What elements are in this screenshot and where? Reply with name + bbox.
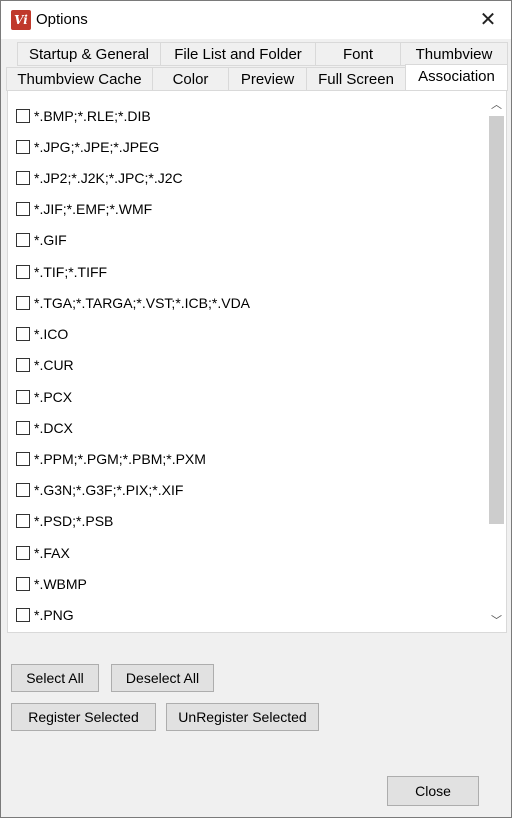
list-item[interactable]: *.PPM;*.PGM;*.PBM;*.PXM [16, 449, 206, 469]
checkbox[interactable] [16, 296, 30, 310]
vertical-scrollbar[interactable]: ︿ ﹀ [488, 94, 505, 630]
select-all-button[interactable]: Select All [11, 664, 99, 692]
list-item[interactable]: *.JIF;*.EMF;*.WMF [16, 199, 152, 219]
close-icon[interactable]: ✕ [465, 1, 511, 39]
list-item[interactable]: *.PNG [16, 605, 74, 625]
checkbox[interactable] [16, 608, 30, 622]
app-logo-icon: Vi [11, 10, 31, 30]
chevron-up-icon[interactable]: ︿ [488, 96, 505, 114]
checkbox[interactable] [16, 202, 30, 216]
association-panel: *.BMP;*.RLE;*.DIB *.JPG;*.JPE;*.JPEG *.J… [7, 90, 507, 633]
checkbox[interactable] [16, 514, 30, 528]
file-type-label: *.JIF;*.EMF;*.WMF [34, 201, 153, 217]
file-type-label: *.FAX [34, 545, 70, 561]
checkbox[interactable] [16, 452, 30, 466]
file-type-label: *.PSD;*.PSB [34, 513, 114, 529]
register-selected-button[interactable]: Register Selected [11, 703, 156, 731]
list-item[interactable]: *.PCX [16, 387, 72, 407]
checkbox[interactable] [16, 265, 30, 279]
checkbox[interactable] [16, 421, 30, 435]
list-item[interactable]: *.JPG;*.JPE;*.JPEG [16, 137, 159, 157]
list-item[interactable]: *.CUR [16, 355, 74, 375]
file-type-label: *.JP2;*.J2K;*.JPC;*.J2C [34, 170, 183, 186]
checkbox[interactable] [16, 327, 30, 341]
checkbox[interactable] [16, 483, 30, 497]
file-type-label: *.PNG [34, 607, 74, 623]
file-type-label: *.TIF;*.TIFF [34, 264, 108, 280]
unregister-selected-button[interactable]: UnRegister Selected [166, 703, 319, 731]
file-type-label: *.TGA;*.TARGA;*.VST;*.ICB;*.VDA [34, 295, 251, 311]
checkbox[interactable] [16, 390, 30, 404]
list-item[interactable]: *.G3N;*.G3F;*.PIX;*.XIF [16, 480, 183, 500]
list-item[interactable]: *.BMP;*.RLE;*.DIB [16, 106, 151, 126]
checkbox[interactable] [16, 140, 30, 154]
window-title: Options [36, 11, 88, 28]
file-type-label: *.PPM;*.PGM;*.PBM;*.PXM [34, 451, 206, 467]
close-button[interactable]: Close [387, 776, 479, 806]
checkbox[interactable] [16, 577, 30, 591]
list-item[interactable]: *.TIF;*.TIFF [16, 262, 107, 282]
checkbox[interactable] [16, 546, 30, 560]
tab-startup-general[interactable]: Startup & General [17, 42, 161, 66]
scrollbar-thumb[interactable] [489, 116, 504, 524]
file-type-label: *.PCX [34, 389, 73, 405]
file-type-label: *.DCX [34, 420, 73, 436]
list-item[interactable]: *.DCX [16, 418, 73, 438]
tab-color[interactable]: Color [152, 67, 229, 91]
file-type-label: *.G3N;*.G3F;*.PIX;*.XIF [34, 482, 184, 498]
tab-association[interactable]: Association [405, 64, 508, 91]
file-type-label: *.JPG;*.JPE;*.JPEG [34, 139, 160, 155]
list-item[interactable]: *.FAX [16, 543, 70, 563]
checkbox[interactable] [16, 358, 30, 372]
deselect-all-button[interactable]: Deselect All [111, 664, 214, 692]
checkbox[interactable] [16, 233, 30, 247]
title-bar[interactable]: Vi Options ✕ [1, 1, 511, 39]
tab-thumbview-cache[interactable]: Thumbview Cache [6, 67, 153, 91]
checkbox[interactable] [16, 171, 30, 185]
tab-thumbview[interactable]: Thumbview [400, 42, 508, 66]
tab-full-screen[interactable]: Full Screen [306, 67, 406, 91]
list-item[interactable]: *.TGA;*.TARGA;*.VST;*.ICB;*.VDA [16, 293, 250, 313]
list-item[interactable]: *.WBMP [16, 574, 87, 594]
list-item[interactable]: *.ICO [16, 324, 68, 344]
file-type-label: *.GIF [34, 232, 67, 248]
tab-preview[interactable]: Preview [228, 67, 307, 91]
tab-file-list-folder[interactable]: File List and Folder [160, 42, 316, 66]
checkbox[interactable] [16, 109, 30, 123]
file-type-label: *.ICO [34, 326, 69, 342]
tab-font[interactable]: Font [315, 42, 401, 66]
file-type-label: *.CUR [34, 357, 74, 373]
file-type-label: *.BMP;*.RLE;*.DIB [34, 108, 151, 124]
file-type-label: *.WBMP [34, 576, 87, 592]
list-item[interactable]: *.PSD;*.PSB [16, 511, 113, 531]
options-dialog: Vi Options ✕ Startup & General File List… [0, 0, 512, 818]
chevron-down-icon[interactable]: ﹀ [488, 612, 505, 630]
list-item[interactable]: *.JP2;*.J2K;*.JPC;*.J2C [16, 168, 183, 188]
list-item[interactable]: *.GIF [16, 230, 67, 250]
